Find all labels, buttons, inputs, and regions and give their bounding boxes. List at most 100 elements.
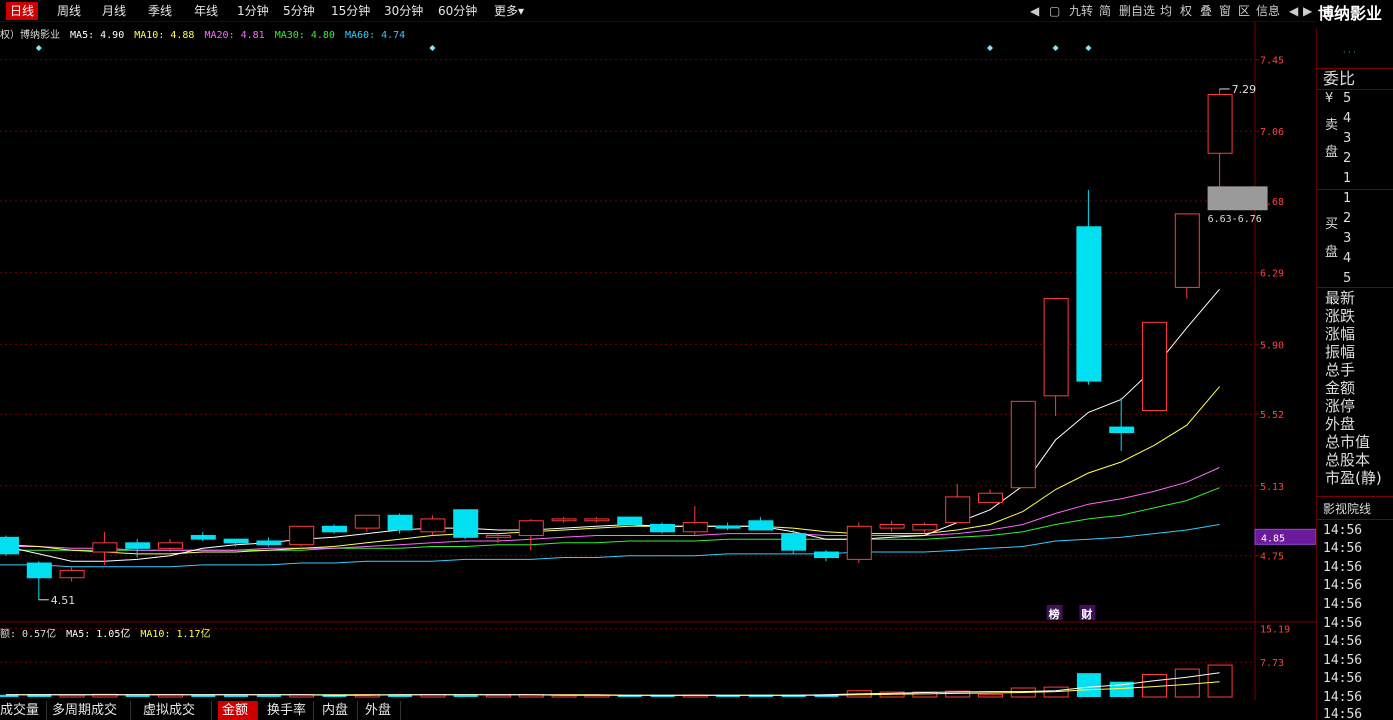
volume-bar	[453, 695, 478, 697]
simple-button[interactable]: 简	[1099, 3, 1111, 19]
tab-amount[interactable]: 金额	[218, 701, 258, 720]
yen-label: ¥	[1325, 91, 1334, 106]
trade-time: 14:56	[1323, 597, 1363, 612]
price-tick-label: 5.13	[1260, 482, 1284, 493]
volume-bar	[1207, 664, 1233, 698]
nav-left-icon[interactable]: ◀	[1030, 3, 1039, 19]
range-button[interactable]: 区	[1238, 3, 1250, 19]
candle	[1010, 400, 1036, 489]
candle	[715, 522, 741, 530]
tab-1min[interactable]: 1分钟	[233, 2, 273, 20]
event-marker-bang: 榜	[1049, 607, 1060, 621]
more-label: 更多	[494, 4, 519, 18]
tab-inner[interactable]: 内盘	[318, 701, 358, 720]
buy-level: 5	[1343, 271, 1352, 286]
tab-virtual-volume[interactable]: 虚拟成交量	[139, 701, 212, 720]
candle	[1076, 190, 1102, 385]
trade-time: 14:56	[1323, 707, 1363, 720]
sell-level: 1	[1343, 171, 1352, 186]
candle	[814, 550, 839, 562]
stock-name: 博纳影业	[1318, 0, 1393, 28]
tab-volume[interactable]: 成交量	[0, 701, 47, 720]
buy-level: 4	[1343, 251, 1352, 266]
tab-monthly[interactable]: 月线	[98, 2, 130, 20]
rights-button[interactable]: 权	[1180, 3, 1192, 19]
tab-daily[interactable]: 日线	[6, 2, 39, 20]
candle	[125, 539, 151, 558]
buy-level: 3	[1343, 231, 1352, 246]
tab-quarterly[interactable]: 季线	[144, 2, 176, 20]
candle	[190, 531, 216, 541]
tab-30min[interactable]: 30分钟	[380, 2, 427, 20]
buy-level: 2	[1343, 211, 1352, 226]
toolbar: 日线 周线 月线 季线 年线 1分钟 5分钟 15分钟 30分钟 60分钟 更多…	[0, 0, 1316, 22]
overlay-button[interactable]: 叠	[1200, 3, 1212, 19]
kline-chart[interactable]: 7.457.066.686.295.905.525.134.754.8515.1…	[0, 22, 1316, 700]
current-price-label: 4.85	[1261, 533, 1285, 544]
sparkline-dots: · · ·	[1343, 48, 1356, 57]
candle-body	[289, 525, 315, 546]
tab-5min[interactable]: 5分钟	[279, 2, 319, 20]
candle-body	[26, 562, 52, 579]
stat-change: 涨跌	[1325, 307, 1356, 325]
stat-amount: 金额	[1325, 379, 1356, 397]
volume-tick-label: 7.73	[1260, 658, 1284, 669]
candle	[846, 522, 872, 564]
candle-body	[1174, 213, 1200, 288]
trade-time: 14:56	[1323, 690, 1363, 705]
window-icon[interactable]: ▢	[1049, 3, 1060, 19]
tab-weekly[interactable]: 周线	[53, 2, 85, 20]
candle-body	[190, 534, 216, 540]
candle-body	[617, 516, 643, 525]
volume-tick-label: 15.19	[1260, 625, 1290, 636]
event-diamond-icon	[35, 45, 42, 51]
sector-label[interactable]: 影视院线	[1323, 502, 1371, 516]
candle-body	[682, 522, 708, 533]
indicator-tabs: 成交量 多周期成交量 虚拟成交量 金额 换手率 内盘 外盘	[0, 700, 1316, 720]
event-diamond-icon	[1052, 45, 1059, 51]
divider	[1317, 189, 1393, 190]
tab-multi-volume[interactable]: 多周期成交量	[48, 701, 131, 720]
tab-60min[interactable]: 60分钟	[434, 2, 481, 20]
tab-yearly[interactable]: 年线	[190, 2, 222, 20]
stat-limit-up: 涨停	[1325, 397, 1356, 415]
sell-label-2: 盘	[1325, 145, 1339, 160]
candle-body	[0, 536, 19, 555]
event-diamond-icon	[987, 45, 993, 51]
candle	[322, 524, 347, 534]
candle	[420, 515, 446, 536]
wei-bi-label: 委比	[1323, 69, 1356, 88]
tab-15min[interactable]: 15分钟	[327, 2, 374, 20]
remove-watchlist-button[interactable]: 删自选	[1119, 3, 1155, 19]
average-button[interactable]: 均	[1160, 3, 1172, 19]
divider	[1317, 287, 1393, 288]
volume-legend: 额: 0.57亿 MA5: 1.05亿 MA10: 1.17亿	[0, 625, 211, 640]
tab-turnover[interactable]: 换手率	[263, 701, 314, 720]
trade-time: 14:56	[1323, 671, 1363, 686]
buy-label-2: 盘	[1325, 245, 1339, 260]
ma30-line	[0, 487, 1220, 551]
price-range-box	[1207, 186, 1268, 211]
window-button[interactable]: 窗	[1219, 3, 1231, 19]
nine-turn-button[interactable]: 九转	[1069, 3, 1093, 19]
stat-change-pct: 涨幅	[1325, 325, 1356, 343]
candle	[748, 517, 774, 531]
more-menu[interactable]: 更多▾	[490, 2, 528, 20]
quote-panel: · · · 委比 ¥ 卖 盘 5 4 3 2 1 1 2 3 4 5 买 盘 最…	[1316, 28, 1393, 720]
tab-outer[interactable]: 外盘	[361, 701, 401, 720]
volume-bar	[224, 695, 249, 697]
nav-next-icon[interactable]: ▶	[1303, 3, 1312, 19]
volume-bar	[59, 694, 85, 698]
candle-body	[945, 496, 971, 524]
nav-prev-icon[interactable]: ◀	[1289, 3, 1298, 19]
vol-legend-ma10: MA10: 1.17亿	[140, 629, 211, 640]
ma20-line	[0, 467, 1220, 551]
info-button[interactable]: 信息	[1256, 3, 1280, 19]
ma5-line	[0, 288, 1220, 562]
trade-time: 14:56	[1323, 560, 1363, 575]
candle	[59, 566, 85, 582]
candle	[354, 514, 380, 532]
candle-body	[1043, 297, 1069, 397]
stat-amplitude: 振幅	[1325, 343, 1356, 361]
candle-body	[387, 514, 413, 531]
